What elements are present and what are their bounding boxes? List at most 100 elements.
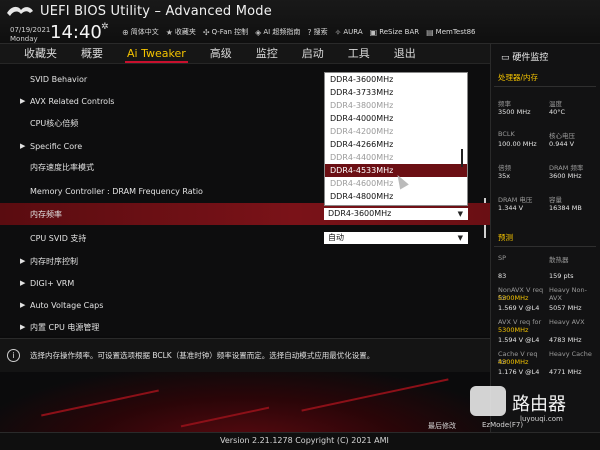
main-menu: 收藏夹 概要 Ai Tweaker 高级 监控 启动 工具 退出 xyxy=(0,44,490,64)
setting-label: 内置 CPU 电源管理 xyxy=(30,322,100,332)
prediction-value: 5057 MHz xyxy=(549,304,582,312)
date-display: 07/19/2021 Monday xyxy=(10,26,50,44)
tab-7[interactable]: 退出 xyxy=(394,44,416,64)
prediction-label: Heavy Non-AVX xyxy=(549,286,587,302)
toolbar-fan-button[interactable]: ✣ Q-Fan 控制 xyxy=(203,27,248,37)
setting-label: 内存时序控制 xyxy=(30,256,78,266)
prediction-value: 1.594 V @L4 xyxy=(498,336,540,344)
monitor-value: 3500 MHz xyxy=(498,108,531,116)
decor-slash xyxy=(41,389,159,417)
tab-1[interactable]: 概要 xyxy=(81,44,103,64)
prediction-freq: 5300MHz xyxy=(498,326,529,334)
rog-logo-icon xyxy=(7,6,33,16)
ai-icon: ◈ xyxy=(255,27,262,37)
clock-settings-gear-icon[interactable]: ✲ xyxy=(101,22,109,32)
monitor-label: DRAM 频率 xyxy=(549,164,584,172)
tab-5[interactable]: 启动 xyxy=(302,44,324,64)
dropdown-option[interactable]: DDR4-4400MHz xyxy=(325,151,467,164)
setting-select[interactable]: 自动 ▼ xyxy=(324,232,468,244)
setting-select[interactable]: DDR4-3600MHz ▼ xyxy=(324,208,468,220)
prediction-value: 4771 MHz xyxy=(549,368,582,376)
tab-3[interactable]: 高级 xyxy=(210,44,232,64)
dropdown-option[interactable]: DDR4-4800MHz xyxy=(325,190,467,203)
panel-title: ▭ 硬件监控 xyxy=(501,50,548,63)
monitor-label: 温度 xyxy=(549,100,562,108)
setting-label: SVID Behavior xyxy=(30,74,88,84)
tab-6[interactable]: 工具 xyxy=(348,44,370,64)
setting-row[interactable]: ▶ 内存时序控制 xyxy=(0,250,490,272)
prediction-value: 159 pts xyxy=(549,272,574,280)
toolbar-label: ReSize BAR xyxy=(379,28,420,36)
monitor-value: 100.00 MHz xyxy=(498,140,537,148)
info-icon: i xyxy=(7,349,20,362)
toolbar-memtest-button[interactable]: ▤ MemTest86 xyxy=(426,28,475,37)
ezmode-button[interactable]: EzMode(F7) xyxy=(482,421,523,429)
dropdown-option[interactable]: DDR4-4200MHz xyxy=(325,125,467,138)
dropdown-option[interactable]: DDR4-3800MHz xyxy=(325,99,467,112)
aura-icon: ✧ xyxy=(334,27,342,37)
tab-2[interactable]: Ai Tweaker xyxy=(125,44,188,64)
globe-icon: ⊕ xyxy=(122,27,129,37)
decor-slash xyxy=(301,378,449,412)
toolbar-ai-button[interactable]: ◈ AI 超频指南 xyxy=(255,27,300,37)
section-prediction: 预测 xyxy=(498,233,513,242)
monitor-icon: ▭ xyxy=(501,53,510,63)
prediction-label: 散热器 xyxy=(549,256,569,264)
memtest-icon: ▤ xyxy=(426,27,434,37)
prediction-value: 83 xyxy=(498,272,507,280)
monitor-label: 容量 xyxy=(549,196,562,204)
dropdown-option[interactable]: DDR4-4000MHz xyxy=(325,112,467,125)
monitor-value: 35x xyxy=(498,172,511,180)
help-bar: i 选择内存操作频率。可设置选项根据 BCLK（基准时钟）频率设置而定。选择自动… xyxy=(0,338,490,372)
decor-slash xyxy=(180,406,270,428)
setting-label: 内存频率 xyxy=(30,209,62,219)
expand-arrow-icon: ▶ xyxy=(20,257,26,265)
setting-label: Specific Core xyxy=(30,141,83,151)
setting-label: AVX Related Controls xyxy=(30,96,115,106)
setting-label: Memory Controller : DRAM Frequency Ratio xyxy=(30,186,203,196)
toolbar-resize-bar-button[interactable]: ▣ ReSize BAR xyxy=(370,28,419,37)
clock-time: 14:40 xyxy=(50,22,102,43)
expand-arrow-icon: ▶ xyxy=(20,279,26,287)
monitor-label: 倍频 xyxy=(498,164,511,172)
toolbar-help-button[interactable]: ? 搜索 xyxy=(307,27,327,37)
toolbar-globe-button[interactable]: ⊕ 简体中文 xyxy=(122,27,159,37)
toolbar-label: AURA xyxy=(343,28,363,36)
chevron-down-icon: ▼ xyxy=(457,234,463,242)
monitor-value: 16384 MB xyxy=(549,204,582,212)
toolbar-label: 搜索 xyxy=(313,28,328,36)
divider xyxy=(494,246,596,247)
toolbar-label: 收藏夹 xyxy=(174,28,196,36)
fan-icon: ✣ xyxy=(202,27,210,37)
setting-row[interactable]: 内存频率 DDR4-3600MHz ▼ xyxy=(0,203,490,225)
setting-row[interactable]: ▶ DIGI+ VRM xyxy=(0,272,490,294)
toolbar-label: AI 超频指南 xyxy=(263,28,301,36)
tab-0[interactable]: 收藏夹 xyxy=(24,44,57,64)
monitor-value: 1.344 V xyxy=(498,204,524,212)
toolbar-star-button[interactable]: ★ 收藏夹 xyxy=(166,27,196,37)
watermark-logo-icon xyxy=(470,386,506,416)
dropdown-option[interactable]: DDR4-4266MHz xyxy=(325,138,467,151)
dropdown-option[interactable]: DDR4-3600MHz xyxy=(325,73,467,86)
memory-frequency-dropdown[interactable]: DDR4-3600MHz DDR4-3733MHz DDR4-3800MHz DDR4… xyxy=(324,72,468,206)
setting-row[interactable]: ▶ Auto Voltage Caps xyxy=(0,294,490,316)
chevron-down-icon: ▼ xyxy=(457,210,463,218)
prediction-label: AVX V req for xyxy=(498,318,542,326)
footer-bar: Version 2.21.1278 Copyright (C) 2021 AMI… xyxy=(0,421,600,450)
resize-bar-icon: ▣ xyxy=(369,27,378,37)
tab-4[interactable]: 监控 xyxy=(256,44,278,64)
prediction-freq: 5300MHz xyxy=(498,294,529,302)
setting-row[interactable]: CPU SVID 支持 自动 ▼ xyxy=(0,227,490,249)
setting-row[interactable]: ▶ 内置 CPU 电源管理 xyxy=(0,316,490,338)
dropdown-option[interactable]: DDR4-3733MHz xyxy=(325,86,467,99)
prediction-value: 1.569 V @L4 xyxy=(498,304,540,312)
prediction-value: 4783 MHz xyxy=(549,336,582,344)
monitor-value: 0.944 V xyxy=(549,140,575,148)
panel-title-text: 硬件监控 xyxy=(512,53,549,63)
version-text: Version 2.21.1278 Copyright (C) 2021 AMI xyxy=(220,436,389,445)
prediction-freq: 4300MHz xyxy=(498,358,529,366)
toolbar-aura-button[interactable]: ✧ AURA xyxy=(335,28,363,37)
dropdown-scrollbar[interactable] xyxy=(461,149,463,167)
last-modified-button[interactable]: 最后修改 xyxy=(428,421,456,431)
setting-label: CPU SVID 支持 xyxy=(30,233,87,243)
